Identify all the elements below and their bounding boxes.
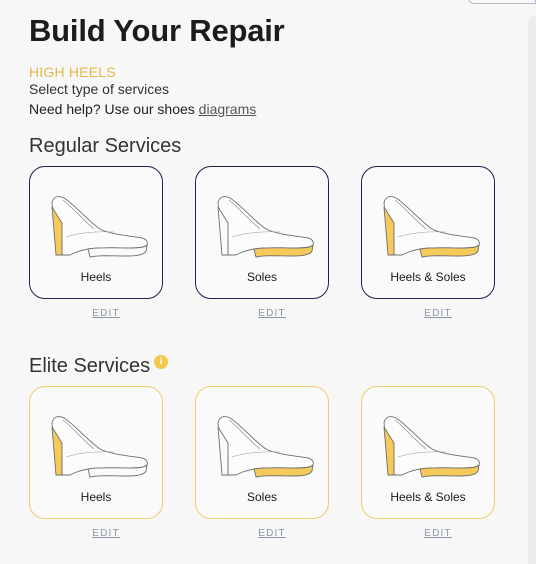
scroll-panel-edge [528,16,536,564]
regular-heels-card[interactable]: Heels [29,166,163,299]
elite-heels-soles-card[interactable]: Heels & Soles [361,386,495,519]
card-label: Heels & Soles [390,490,466,504]
elite-soles-card[interactable]: Soles [195,386,329,519]
heel-sole-shoe-icon [383,196,480,258]
diagrams-link[interactable]: diagrams [199,101,257,117]
card-label: Heels [80,270,112,284]
elite-soles-edit-link[interactable]: EDIT [205,528,339,539]
page-title: Build Your Repair [29,13,285,48]
card-label: Heels [80,490,112,504]
regular-heels-soles-edit-link[interactable]: EDIT [371,308,505,319]
regular-heels-edit-link[interactable]: EDIT [39,308,173,319]
regular-services-heading: Regular Services [29,135,182,157]
heel-shoe-icon [51,416,148,478]
instructions-text: Select type of services [29,81,170,97]
help-text: Need help? Use our shoes diagrams [29,101,256,117]
regular-soles-card[interactable]: Soles [195,166,329,299]
elite-services-label: Elite Services [29,355,151,377]
elite-heels-soles-edit-link[interactable]: EDIT [371,528,505,539]
card-label: Soles [246,490,278,504]
card-label: Heels & Soles [390,270,466,284]
info-icon[interactable]: i [154,355,169,369]
sole-shoe-icon [217,416,314,478]
elite-services-heading: Elite Services i [29,355,169,378]
heel-shoe-icon [51,196,148,258]
elite-heels-card[interactable]: Heels [29,386,163,519]
regular-heels-soles-card[interactable]: Heels & Soles [361,166,495,299]
help-prefix: Need help? Use our shoes [29,101,199,117]
regular-soles-edit-link[interactable]: EDIT [205,308,339,319]
heel-sole-shoe-icon [383,416,480,478]
top-tab-fragment[interactable] [468,0,536,4]
sole-shoe-icon [217,196,314,258]
elite-heels-edit-link[interactable]: EDIT [39,528,173,539]
card-label: Soles [246,270,278,284]
category-label: HIGH HEELS [29,64,116,80]
